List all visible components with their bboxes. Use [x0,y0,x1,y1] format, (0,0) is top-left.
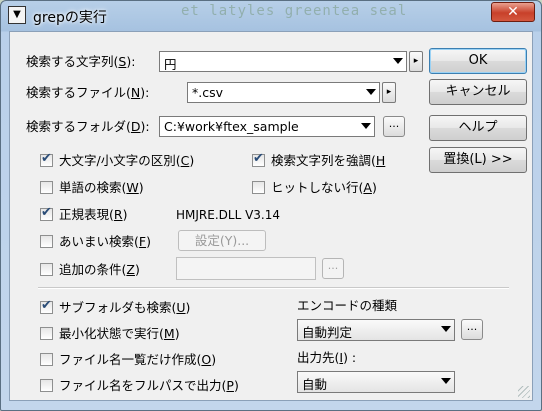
check-icon: ✔ [253,151,264,166]
checkbox-box[interactable] [40,379,53,392]
search-text-combo[interactable]: 円 [159,51,407,72]
checkbox-box[interactable]: ✔ [40,298,53,314]
chevron-down-icon[interactable] [361,123,371,129]
check-icon: ✔ [41,151,52,166]
encoding-browse-button[interactable]: ... [461,319,483,340]
highlight-checkbox[interactable]: ✔ 検索文字列を強調(H [252,151,412,169]
fuzzy-search-checkbox[interactable]: あいまい検索(F) [40,234,170,250]
case-sensitive-label: 大文字/小文字の区別(C) [59,153,195,168]
minimized-label: 最小化状態で実行(M) [59,326,180,341]
output-value: 自動 [302,377,328,392]
search-text-value: 円 [164,57,177,72]
chevron-down-icon[interactable] [366,89,376,95]
extra-condition-label: 追加の条件(Z) [59,262,140,277]
replace-button[interactable]: 置換(L) >> [429,147,527,173]
word-search-checkbox[interactable]: 単語の検索(W) [40,180,220,196]
chevron-down-icon[interactable] [393,58,403,64]
subfolders-label: サブフォルダも検索(U) [59,300,191,315]
minimized-checkbox[interactable]: 最小化状態で実行(M) [40,326,240,342]
browse-folder-button[interactable]: ... [383,116,405,137]
checkbox-box[interactable]: ✔ [40,151,53,167]
chevron-down-icon[interactable] [441,326,451,332]
regex-label: 正規表現(R) [59,207,128,222]
checkbox-box[interactable] [40,181,53,194]
checkbox-box[interactable] [40,263,53,276]
output-label: 出力先(I) : [297,350,357,365]
search-text-label: 検索する文字列(S): [26,54,136,69]
filelist-only-label: ファイル名一覧だけ作成(O) [59,352,217,367]
close-button[interactable]: ✕ [491,2,535,22]
output-select[interactable]: 自動 [297,371,455,393]
filelist-only-checkbox[interactable]: ファイル名一覧だけ作成(O) [40,352,270,368]
regex-library-version: HMJRE.DLL V3.14 [176,208,281,222]
search-folder-label: 検索するフォルダ(D): [26,119,150,134]
extra-condition-input[interactable] [176,257,316,280]
help-button[interactable]: ヘルプ [429,115,527,141]
search-file-history-button[interactable]: ▸ [382,82,396,103]
dialog-window: ▼ et latyles greentea seal grepの実行 ✕ 検索す… [0,0,542,411]
highlight-label: 検索文字列を強調(H [271,153,386,168]
encoding-value: 自動判定 [302,325,353,340]
check-icon: ✔ [41,205,52,220]
checkbox-box[interactable] [252,181,265,194]
search-folder-value: C:¥work¥ftex_sample [164,119,299,134]
search-folder-combo[interactable]: C:¥work¥ftex_sample [159,116,375,137]
chevron-down-icon[interactable] [441,378,451,384]
search-file-combo[interactable]: *.csv [187,82,380,103]
extra-condition-browse-button[interactable]: ... [322,258,344,279]
checkbox-box[interactable] [40,353,53,366]
subfolders-checkbox[interactable]: ✔ サブフォルダも検索(U) [40,298,240,316]
search-file-value: *.csv [192,85,224,100]
system-menu-icon[interactable]: ▼ [8,6,26,24]
encoding-label: エンコードの種類 [297,298,398,313]
search-file-label: 検索するファイル(N): [26,85,150,100]
search-text-history-button[interactable]: ▸ [409,51,423,72]
word-search-label: 単語の検索(W) [59,180,144,195]
cancel-button[interactable]: キャンセル [429,79,527,105]
case-sensitive-checkbox[interactable]: ✔ 大文字/小文字の区別(C) [40,151,240,169]
extra-condition-checkbox[interactable]: 追加の条件(Z) [40,262,170,278]
checkbox-box[interactable] [40,235,53,248]
encoding-select[interactable]: 自動判定 [297,319,455,341]
non-match-checkbox[interactable]: ヒットしない行(A) [252,180,412,196]
regex-checkbox[interactable]: ✔ 正規表現(R) [40,205,180,223]
checkbox-box[interactable] [40,327,53,340]
section-divider [38,287,509,289]
non-match-label: ヒットしない行(A) [271,180,377,195]
checkbox-box[interactable]: ✔ [252,151,265,167]
fullpath-checkbox[interactable]: ファイル名をフルパスで出力(P) [40,378,280,394]
fuzzy-settings-button[interactable]: 設定(Y)... [178,230,266,251]
resize-grip-icon[interactable] [518,386,530,398]
fuzzy-search-label: あいまい検索(F) [59,234,151,249]
check-icon: ✔ [41,298,52,313]
dialog-client-area: 検索する文字列(S): 円 ▸ 検索するファイル(N): *.csv ▸ 検索す… [9,31,533,401]
background-window-text: et latyles greentea seal [181,3,408,19]
title-bar: ▼ et latyles greentea seal grepの実行 ✕ [1,1,541,31]
checkbox-box[interactable]: ✔ [40,205,53,221]
ok-button[interactable]: OK [429,48,527,74]
fullpath-label: ファイル名をフルパスで出力(P) [59,378,239,393]
window-title: grepの実行 [33,10,107,26]
